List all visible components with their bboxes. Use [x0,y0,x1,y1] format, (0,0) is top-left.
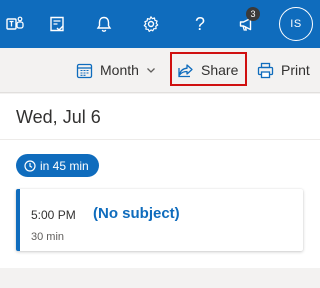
clock-icon [24,159,36,172]
todo-icon[interactable] [42,9,72,39]
event-subject[interactable]: (No subject) [93,205,180,222]
event-color-bar [16,189,20,251]
teams-icon[interactable] [0,9,30,39]
notification-badge: 3 [246,7,260,21]
settings-icon[interactable] [136,9,166,39]
event-duration: 30 min [31,231,65,243]
help-glyph: ? [194,13,205,34]
calendar-icon [76,62,93,79]
date-heading: Wed, Jul 6 [16,107,101,127]
help-icon[interactable]: ? [185,9,215,39]
print-label: Print [281,62,310,78]
notifications-icon[interactable] [89,9,119,39]
event-card[interactable]: 5:00 PM 30 min (No subject) [16,189,303,251]
chevron-down-icon [146,65,156,75]
countdown-text: in 45 min [40,158,89,173]
view-switcher-button[interactable]: Month [76,56,156,84]
print-button[interactable]: Print [257,56,310,84]
print-icon [257,62,274,79]
view-label: Month [100,62,139,78]
event-time: 5:00 PM [31,208,76,222]
divider [0,139,320,140]
share-highlight-box [170,52,247,86]
avatar[interactable]: IS [279,7,313,41]
app-header: ? 3 IS [0,0,320,48]
command-bar: Month Share Print [0,48,320,93]
countdown-badge: in 45 min [16,154,99,177]
bottom-background [0,268,320,288]
